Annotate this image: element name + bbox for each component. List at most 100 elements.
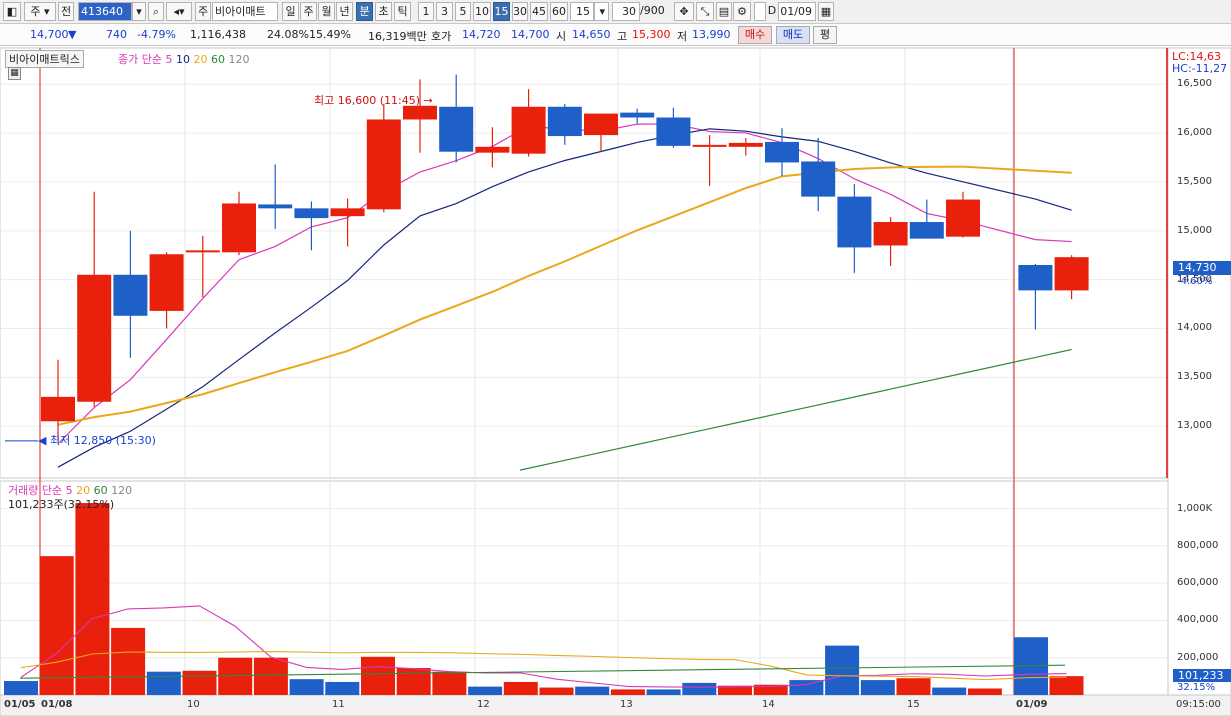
volume-bar	[789, 680, 824, 695]
x-tick-label: 10	[187, 699, 200, 710]
x-tick-label: 15	[907, 699, 920, 710]
candle-body	[475, 146, 510, 153]
current-volume-pct: 32.15%	[1177, 682, 1216, 693]
volume-bar	[825, 645, 860, 695]
candle-body	[41, 396, 75, 422]
volume-bar	[396, 667, 431, 695]
volume-tick-label: 600,000	[1177, 577, 1219, 589]
high-annotation-text: 최고 16,600 (11:45)	[314, 94, 421, 107]
price-tick-label: 14,000	[1177, 322, 1212, 334]
current-volume-tag: 101,233	[1173, 669, 1231, 682]
volume-bar	[646, 689, 681, 695]
price-panel-title[interactable]: 비아이매트릭스	[5, 50, 84, 68]
volume-ma-120: 120	[111, 484, 133, 497]
volume-tick-label: 200,000	[1177, 651, 1219, 663]
candle-body	[330, 208, 365, 217]
volume-bar	[896, 678, 931, 695]
volume-bar	[253, 657, 288, 695]
candle-body	[765, 141, 799, 163]
candle-body	[837, 196, 872, 248]
volume-bar	[111, 627, 146, 695]
volume-bar	[682, 682, 717, 695]
price-ma-label: 종가 단순	[118, 53, 162, 66]
candle-body	[584, 113, 618, 136]
volume-bar	[182, 670, 217, 695]
price-tick-label: 16,000	[1177, 127, 1212, 139]
left-arrow-icon: ◀	[38, 434, 47, 447]
volume-bar	[432, 671, 467, 695]
price-ma-120: 120	[228, 53, 250, 66]
volume-tick-label: 1,000K	[1177, 502, 1213, 514]
volume-tick-label: 400,000	[1177, 614, 1219, 626]
right-arrow-icon: →	[423, 94, 433, 107]
candle-body	[620, 112, 655, 118]
candle-body	[439, 106, 474, 152]
volume-panel-frame	[0, 480, 1169, 696]
high-annotation: 최고 16,600 (11:45) →	[314, 92, 433, 108]
volume-bar	[610, 689, 645, 695]
volume-bar	[218, 657, 253, 695]
price-tick-label: 15,000	[1177, 224, 1212, 236]
candle-body	[113, 274, 148, 316]
price-tick-label: 13,500	[1177, 371, 1212, 383]
x-tick-label: 11	[332, 699, 345, 710]
price-ma-20: 20	[193, 53, 208, 66]
x-tick-label: 01/08	[41, 699, 73, 710]
candle-body	[656, 117, 691, 146]
x-tick-label: 01/05	[4, 699, 36, 710]
candle-body	[547, 106, 582, 137]
x-tick-label: 13	[620, 699, 633, 710]
low-annotation: ◀ 최저 12,850 (15:30)	[38, 432, 156, 448]
candle-body	[185, 250, 220, 253]
volume-bar	[860, 680, 895, 695]
candle-body	[1018, 265, 1053, 291]
price-ma-5: 5	[165, 53, 173, 66]
candle-body	[1054, 257, 1089, 291]
candle-body	[294, 208, 329, 219]
x-tick-label: 14	[762, 699, 775, 710]
candle-body	[222, 203, 256, 253]
x-tick-label: 12	[477, 699, 490, 710]
x-axis-end-time: 09:15:00	[1176, 699, 1221, 710]
volume-bar	[1049, 676, 1084, 695]
volume-bar	[39, 556, 74, 695]
low-annotation-text: 최저 12,850 (15:30)	[49, 434, 156, 447]
candle-body	[366, 119, 401, 210]
candle-body	[873, 222, 908, 246]
volume-bar	[325, 681, 360, 695]
volume-bar	[289, 679, 324, 695]
volume-bar	[4, 681, 38, 695]
volume-bar	[361, 656, 395, 695]
current-pct-tag: -4.60%	[1177, 276, 1213, 287]
candle-body	[258, 204, 293, 209]
volume-bar	[967, 688, 1002, 695]
price-tick-label: 16,500	[1177, 78, 1212, 90]
price-ma-60: 60	[210, 53, 225, 66]
volume-bar	[575, 686, 610, 695]
volume-bar	[932, 687, 967, 695]
candle-body	[946, 199, 980, 237]
volume-bar	[503, 681, 538, 695]
price-ma-legend[interactable]: 종가 단순 5 10 20 60 120	[118, 51, 249, 67]
candle-body	[511, 106, 546, 154]
stock-chart[interactable]	[0, 0, 1231, 716]
price-ma-10: 10	[175, 53, 190, 66]
volume-bar	[468, 686, 503, 695]
price-tick-label: 13,000	[1177, 420, 1212, 432]
candle-body	[692, 144, 727, 147]
volume-bar	[75, 503, 110, 695]
current-price-tag: 14,730	[1173, 261, 1231, 275]
candle-body	[149, 254, 184, 311]
grid-toggle-icon[interactable]: ▦	[8, 67, 21, 80]
candle-body	[728, 142, 763, 147]
candle-body	[77, 274, 112, 402]
volume-readout: 101,233주(32.15%)	[8, 498, 115, 511]
volume-bar	[146, 671, 181, 695]
x-tick-label: 01/09	[1016, 699, 1048, 710]
price-tick-label: 15,500	[1177, 175, 1212, 187]
volume-tick-label: 800,000	[1177, 539, 1219, 551]
candle-body	[801, 161, 836, 197]
volume-bar	[539, 687, 574, 695]
hc-value: HC:-11,27	[1172, 62, 1228, 75]
candle-body	[909, 222, 944, 239]
